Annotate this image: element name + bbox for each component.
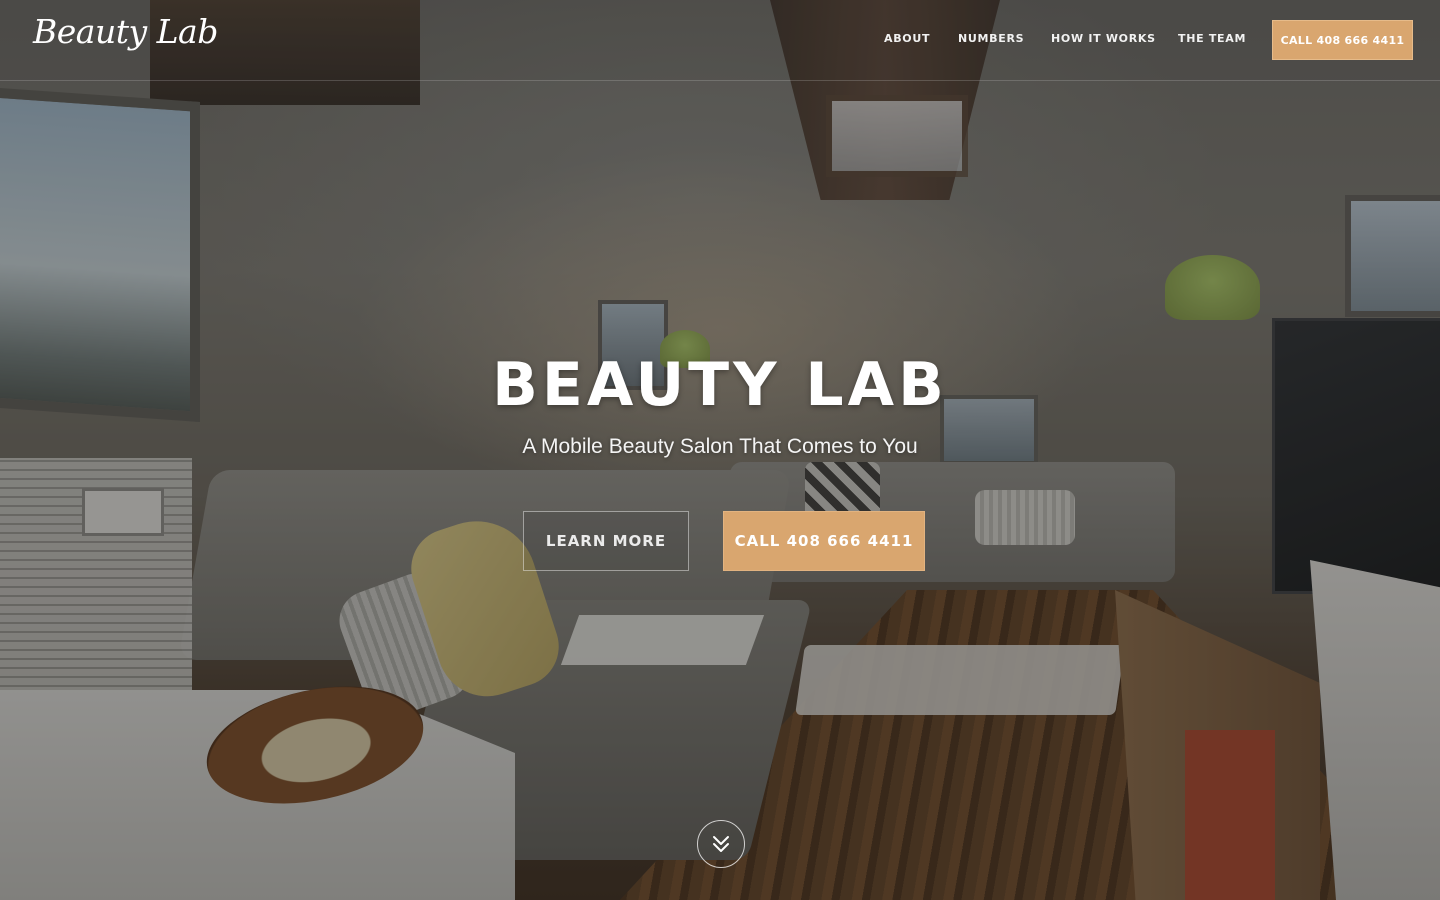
hero-title: BEAUTY LAB — [492, 350, 948, 420]
nav-link-about[interactable]: ABOUT — [884, 32, 930, 45]
nav-call-button[interactable]: CALL 408 666 4411 — [1272, 20, 1413, 60]
scroll-down-button[interactable] — [697, 820, 745, 868]
top-navbar: Beauty Lab ABOUT NUMBERS HOW IT WORKS TH… — [0, 0, 1440, 81]
learn-more-button[interactable]: LEARN MORE — [523, 511, 689, 571]
nav-link-how-it-works[interactable]: HOW IT WORKS — [1051, 32, 1156, 45]
hero-call-button[interactable]: CALL 408 666 4411 — [723, 511, 925, 571]
hero-subtitle: A Mobile Beauty Salon That Comes to You — [522, 435, 918, 458]
nav-link-the-team[interactable]: THE TEAM — [1178, 32, 1246, 45]
nav-links: ABOUT NUMBERS HOW IT WORKS THE TEAM — [0, 32, 1440, 48]
nav-link-numbers[interactable]: NUMBERS — [958, 32, 1024, 45]
double-chevron-down-icon — [713, 836, 729, 852]
